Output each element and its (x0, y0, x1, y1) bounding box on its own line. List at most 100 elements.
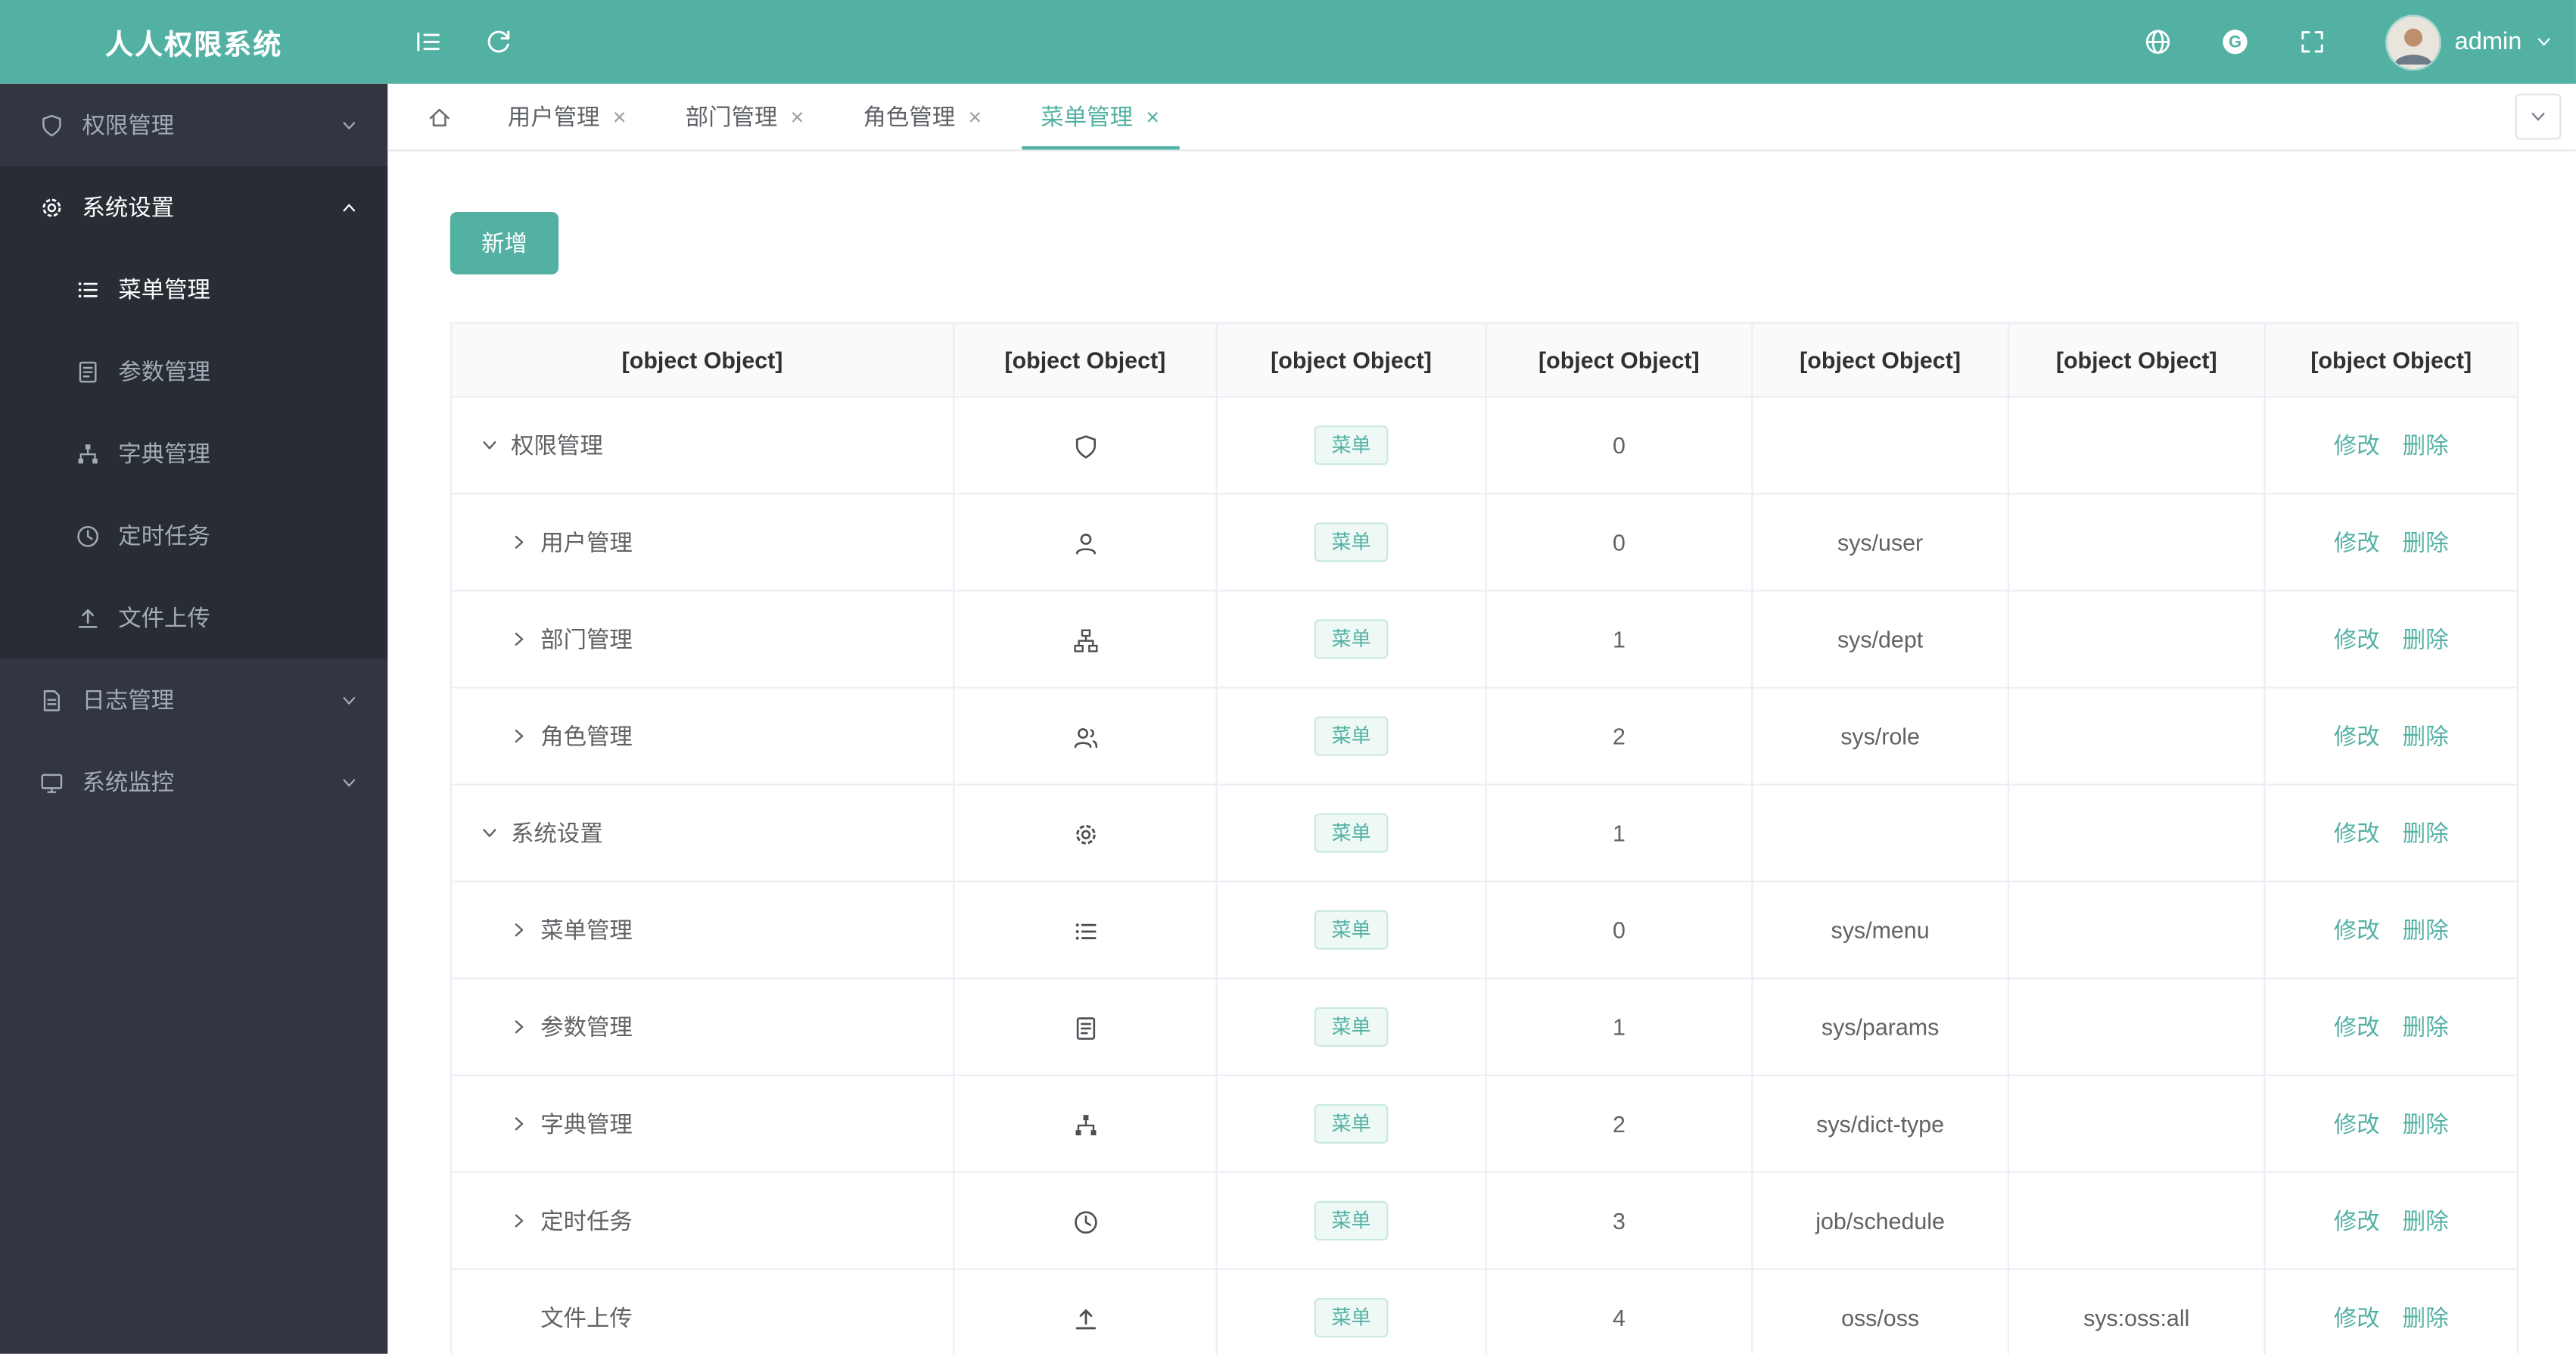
sidebar-subitem-label: 参数管理 (118, 358, 210, 384)
expand-arrow-icon[interactable] (509, 629, 529, 649)
sidebar-subitem[interactable]: 参数管理 (0, 330, 387, 412)
delete-link[interactable]: 删除 (2403, 1111, 2449, 1138)
expand-arrow-icon[interactable] (509, 727, 529, 746)
perm-value (2007, 396, 2266, 495)
sidebar-subitem-icon (76, 359, 101, 384)
sidebar-item-label: 系统设置 (82, 194, 175, 220)
route-value: sys/menu (1751, 880, 2010, 979)
expand-arrow-icon[interactable] (509, 1114, 529, 1134)
sidebar-subitem[interactable]: 文件上传 (0, 577, 387, 659)
menu-icon (1072, 433, 1099, 459)
route-value: sys/role (1751, 686, 2010, 786)
fullscreen-icon[interactable] (2298, 28, 2326, 56)
tab[interactable]: 部门管理 × (656, 84, 834, 150)
edit-link[interactable]: 修改 (2334, 529, 2380, 556)
edit-link[interactable]: 修改 (2334, 1208, 2380, 1234)
expand-arrow-icon[interactable] (480, 435, 499, 455)
type-badge: 菜单 (1314, 1007, 1388, 1047)
sort-value: 4 (1485, 1268, 1753, 1354)
delete-link[interactable]: 删除 (2403, 529, 2449, 556)
sidebar-item[interactable]: 权限管理 (0, 84, 387, 167)
delete-link[interactable]: 删除 (2403, 917, 2449, 943)
table-header-row: [object Object] [object Object] [object Ob… (450, 322, 2518, 398)
sidebar-menu: 权限管理 系统设置 菜单管理 参数管理 字典管理 定时任务 文件上传 日志管理 … (0, 84, 388, 823)
sidebar-subitem-label: 文件上传 (118, 604, 210, 631)
delete-link[interactable]: 删除 (2403, 820, 2449, 846)
tab-home[interactable] (401, 84, 478, 150)
main-area: 用户管理 × 部门管理 × 角色管理 × 菜单管理 × 新增 [object O… (387, 83, 2576, 1354)
source-code-icon[interactable] (2221, 28, 2249, 56)
edit-link[interactable]: 修改 (2334, 432, 2380, 459)
perm-value (2007, 686, 2266, 786)
sidebar-item[interactable]: 日志管理 (0, 659, 387, 742)
sidebar-group: 日志管理 (0, 659, 387, 742)
add-button[interactable]: 新增 (450, 212, 559, 275)
expand-arrow-icon[interactable] (509, 920, 529, 940)
sidebar-subitem-label: 定时任务 (118, 522, 210, 549)
sidebar-subitem[interactable]: 菜单管理 (0, 248, 387, 331)
tab-label: 用户管理 (507, 103, 600, 130)
chevron-down-icon (340, 116, 358, 134)
perm-value (2007, 590, 2266, 689)
tab-close-icon[interactable]: × (791, 105, 804, 128)
sidebar-subitem-label: 字典管理 (118, 440, 210, 467)
tab-close-icon[interactable]: × (613, 105, 627, 128)
tab[interactable]: 用户管理 × (478, 84, 656, 150)
table-row: 定时任务 菜单 3 job/schedule 修改 删除 (450, 1171, 2518, 1271)
sort-value: 1 (1485, 977, 1753, 1076)
edit-link[interactable]: 修改 (2334, 723, 2380, 749)
route-value: oss/oss (1751, 1268, 2010, 1354)
tabs: 用户管理 × 部门管理 × 角色管理 × 菜单管理 × (478, 84, 1189, 150)
edit-link[interactable]: 修改 (2334, 1111, 2380, 1138)
expand-arrow-icon[interactable] (509, 1017, 529, 1037)
globe-icon[interactable] (2144, 28, 2172, 56)
delete-link[interactable]: 删除 (2403, 1208, 2449, 1234)
tab-close-icon[interactable]: × (1146, 105, 1159, 128)
header-left-actions (414, 28, 512, 56)
sidebar-item[interactable]: 系统监控 (0, 741, 387, 823)
edit-link[interactable]: 修改 (2334, 626, 2380, 652)
edit-link[interactable]: 修改 (2334, 1305, 2380, 1331)
delete-link[interactable]: 删除 (2403, 723, 2449, 749)
route-value (1751, 396, 2010, 495)
sort-value: 1 (1485, 783, 1753, 882)
tab[interactable]: 菜单管理 × (1011, 84, 1189, 150)
perm-value (2007, 493, 2266, 592)
delete-link[interactable]: 删除 (2403, 1013, 2449, 1040)
edit-link[interactable]: 修改 (2334, 917, 2380, 943)
menu-fold-icon[interactable] (414, 28, 442, 56)
sidebar-item-label: 系统监控 (82, 768, 175, 795)
expand-arrow-icon[interactable] (509, 1211, 529, 1231)
route-value (1751, 783, 2010, 882)
sort-value: 2 (1485, 686, 1753, 786)
edit-link[interactable]: 修改 (2334, 820, 2380, 846)
menu-icon (1072, 1015, 1099, 1041)
user-menu[interactable]: admin (2385, 14, 2553, 70)
menu-name: 菜单管理 (540, 917, 633, 944)
sidebar-item[interactable]: 系统设置 (0, 166, 387, 248)
chevron-down-icon (340, 198, 358, 216)
sidebar-subitem-icon (76, 523, 101, 548)
route-value: sys/dict-type (1751, 1074, 2010, 1174)
sidebar: 权限管理 系统设置 菜单管理 参数管理 字典管理 定时任务 文件上传 日志管理 … (0, 83, 388, 1354)
tabs-overflow-button[interactable] (2515, 93, 2562, 140)
refresh-icon[interactable] (484, 28, 512, 56)
perm-value (2007, 880, 2266, 979)
sidebar-subitem[interactable]: 字典管理 (0, 412, 387, 495)
delete-link[interactable]: 删除 (2403, 626, 2449, 652)
menu-name: 权限管理 (511, 431, 603, 459)
sidebar-subitem[interactable]: 定时任务 (0, 494, 387, 577)
table-row: 字典管理 菜单 2 sys/dict-type 修改 删除 (450, 1074, 2518, 1174)
edit-link[interactable]: 修改 (2334, 1013, 2380, 1040)
delete-link[interactable]: 删除 (2403, 1305, 2449, 1331)
perm-value: sys:oss:all (2007, 1268, 2266, 1354)
sort-value: 1 (1485, 590, 1753, 689)
expand-arrow-icon[interactable] (480, 823, 499, 843)
delete-link[interactable]: 删除 (2403, 432, 2449, 459)
expand-arrow-icon[interactable] (509, 532, 529, 552)
table-row: 用户管理 菜单 0 sys/user 修改 删除 (450, 493, 2518, 592)
tab-close-icon[interactable]: × (968, 105, 982, 128)
avatar[interactable] (2385, 14, 2442, 70)
tab[interactable]: 角色管理 × (833, 84, 1011, 150)
column-header: [object Object] (2007, 322, 2266, 398)
